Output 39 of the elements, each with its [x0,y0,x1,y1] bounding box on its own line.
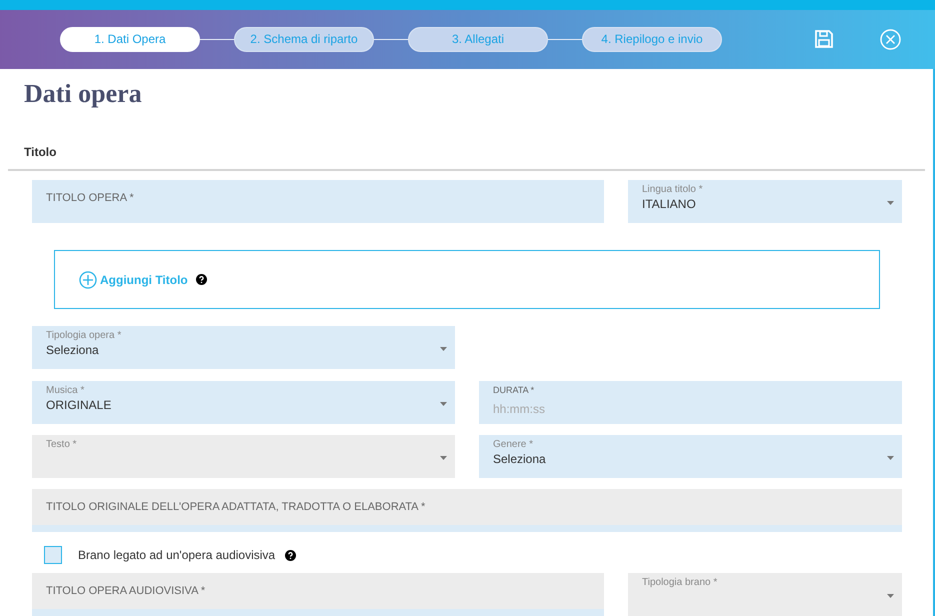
select-field[interactable]: Lingua titolo * ITALIANO [628,180,902,223]
text-field[interactable]: TITOLO OPERA * [32,180,604,223]
caret-icon [887,594,894,598]
checkbox-label: Brano legato ad un'opera audiovisiva [78,547,276,564]
field-label: Tipologia brano * [642,577,718,588]
caret-icon [887,201,894,205]
field-value: ORIGINALE [46,397,112,414]
step-tab[interactable]: 3. Allegati [408,26,548,52]
help-icon[interactable] [196,274,207,285]
text-input[interactable]: hh:mm:ss [493,400,888,418]
select-field[interactable]: Genere * Seleziona [479,435,902,478]
field-label: Lingua titolo * [642,184,704,195]
save-icon[interactable] [814,29,834,50]
field-label: DURATA * [493,385,536,396]
step-tab[interactable]: 4. Riepilogo e invio [582,26,722,52]
checkbox[interactable] [44,546,62,564]
text-input[interactable]: TITOLO OPERA * [32,180,604,216]
close-icon[interactable] [880,28,901,50]
field-label: Tipologia opera * [46,330,122,341]
field-label: Testo * [46,439,78,450]
help-icon[interactable] [285,550,296,560]
field-label: Musica * [46,385,86,396]
select-field[interactable]: Tipologia opera * Seleziona [32,326,455,369]
field-value: Seleziona [46,342,100,359]
caret-icon [440,402,447,406]
section-title: Titolo [24,144,56,161]
step-tab[interactable]: 2. Schema di riparto [234,26,374,52]
field-value: ITALIANO [642,196,697,213]
plus-circle-icon [79,270,97,288]
field-label: Genere * [493,439,534,450]
caret-icon [440,456,447,460]
caret-icon [440,347,447,351]
page-heading: Dati opera [24,79,143,109]
field-value: Seleziona [493,451,547,468]
caret-icon [887,456,894,460]
text-field[interactable]: DURATA * hh:mm:ss [479,381,902,424]
add-title-button[interactable]: Aggiungi Titolo [79,270,188,288]
select-field[interactable]: Musica * ORIGINALE [32,381,455,424]
step-tab[interactable]: 1. Dati Opera [60,26,200,52]
